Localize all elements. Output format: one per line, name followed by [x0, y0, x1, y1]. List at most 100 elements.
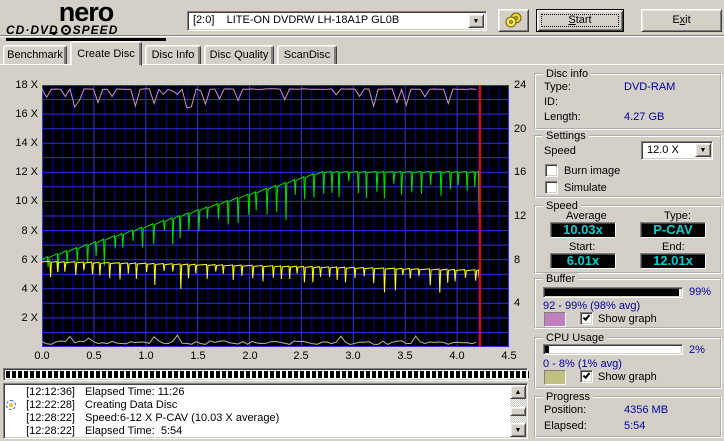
- y2-axis-tick: 4: [514, 297, 521, 309]
- log-row: [12:22:28] Creating Data Disc: [6, 399, 509, 412]
- y-axis-tick: 8 X: [21, 225, 38, 237]
- buffer-show-graph-label: Show graph: [598, 313, 657, 325]
- chevron-down-icon: ▼: [699, 147, 707, 154]
- cpu-show-graph-checkbox[interactable]: [580, 370, 593, 383]
- start-button[interactable]: Start: [536, 9, 624, 32]
- buffer-title: Buffer: [543, 273, 579, 285]
- x-axis-tick: 1.0: [138, 350, 154, 362]
- speed-select[interactable]: 12.0 X ▼: [641, 141, 713, 160]
- header-divider: [0, 35, 724, 37]
- burn-image-checkbox[interactable]: [545, 164, 558, 177]
- nero-brand-text: nero: [58, 0, 115, 27]
- simulate-label: Simulate: [564, 182, 607, 194]
- start-label: Start:: [569, 241, 596, 253]
- cpu-usage-title: CPU Usage: [543, 332, 608, 344]
- buffer-bar: [543, 287, 683, 298]
- disc-type-label: Type:: [544, 81, 571, 93]
- y-axis-tick: 6 X: [21, 254, 38, 266]
- scrollbar-thumb[interactable]: [510, 407, 526, 416]
- y-axis-tick: 16 X: [15, 108, 38, 120]
- y-axis-tick: 10 X: [15, 195, 38, 207]
- buffer-bar-fill: [545, 289, 679, 296]
- log-scrollbar[interactable]: ▲ ▼: [510, 385, 526, 437]
- eject-disc-button[interactable]: [498, 9, 529, 32]
- tab-scandisc[interactable]: ScanDisc: [277, 45, 337, 65]
- y2-axis-tick: 12: [514, 210, 527, 222]
- buffer-color-swatch: [544, 312, 566, 327]
- settings-group: Settings Speed 12.0 X ▼ Burn image Simul…: [534, 130, 722, 198]
- speed-type-display: P-CAV: [640, 222, 706, 238]
- disc-length-value: 4.27 GB: [624, 111, 665, 123]
- arrow-down-icon: ▼: [514, 427, 522, 434]
- y-axis-tick: 2 X: [21, 312, 38, 324]
- y-axis-tick: 18 X: [15, 79, 38, 91]
- tab-benchmark[interactable]: Benchmark: [3, 45, 67, 65]
- write-speed-chart: [41, 85, 509, 347]
- disc-length-label: Length:: [544, 111, 581, 123]
- disc-icon: [60, 25, 71, 35]
- scroll-down-button[interactable]: ▼: [510, 423, 526, 437]
- chart-canvas: [41, 85, 509, 347]
- x-axis-tick: 4.5: [501, 350, 517, 362]
- disc-info-title: Disc info: [543, 68, 592, 80]
- cpu-bar: [543, 344, 683, 355]
- y2-axis-tick: 20: [514, 123, 527, 135]
- chevron-down-icon: ▼: [472, 18, 480, 25]
- tab-disc-quality[interactable]: Disc Quality: [204, 45, 274, 65]
- write-progress-fill: [6, 371, 529, 378]
- elapsed-label: Elapsed:: [544, 420, 587, 432]
- drive-selector[interactable]: [2:0] LITE-ON DVDRW LH-18A1P GL0B ▼: [187, 11, 487, 31]
- speed-select-value: 12.0 X: [647, 144, 679, 156]
- x-axis-tick: 4.0: [449, 350, 465, 362]
- start-button-focus: [541, 14, 619, 27]
- disc-type-value: DVD-RAM: [624, 81, 676, 93]
- header-bar: nero CD·DVD SPEED [2:0] LITE-ON DVDRW LH…: [0, 0, 724, 41]
- buffer-group: Buffer 99% 92 - 99% (98% avg) Show graph: [534, 273, 722, 329]
- check-icon: [582, 371, 591, 379]
- arrow-up-icon: ▲: [514, 389, 522, 396]
- y-axis-tick: 12 X: [15, 166, 38, 178]
- buffer-percent: 99%: [689, 286, 712, 298]
- average-speed-display: 10.03x: [550, 222, 616, 238]
- progress-group: Progress Position: 4356 MB Elapsed: 5:54: [534, 391, 722, 438]
- check-icon: [582, 313, 591, 321]
- speed-group: Speed Average Type: 10.03x P-CAV Start: …: [534, 200, 722, 274]
- end-label: End:: [662, 241, 685, 253]
- buffer-show-graph-checkbox[interactable]: [580, 312, 593, 325]
- simulate-checkbox[interactable]: [545, 181, 558, 194]
- status-log-list[interactable]: [12:12:36] Elapsed Time: 11:26 [12:22:28…: [3, 383, 528, 439]
- x-axis-tick: 3.0: [345, 350, 361, 362]
- log-row: [12:12:36] Elapsed Time: 11:26: [26, 386, 185, 398]
- x-axis-tick: 3.5: [397, 350, 413, 362]
- speed-select-dropdown-button[interactable]: ▼: [695, 143, 711, 157]
- cpu-bar-fill: [545, 346, 550, 353]
- y2-axis-tick: 8: [514, 254, 521, 266]
- cpu-percent: 2%: [689, 344, 705, 356]
- cpu-range: 0 - 8% (1% avg): [543, 358, 622, 370]
- position-label: Position:: [544, 404, 587, 416]
- type-label: Type:: [664, 210, 691, 222]
- burn-discs-icon: [505, 12, 521, 28]
- y2-axis-tick: 24: [514, 79, 527, 91]
- progress-title: Progress: [543, 391, 594, 403]
- x-axis-tick: 1.5: [190, 350, 206, 362]
- position-value: 4356 MB: [624, 404, 669, 416]
- tab-disc-info[interactable]: Disc Info: [145, 45, 201, 65]
- write-progress-bar: [3, 368, 529, 381]
- cpu-color-swatch: [544, 370, 566, 385]
- buffer-range: 92 - 99% (98% avg): [543, 300, 641, 312]
- tab-create-disc[interactable]: Create Disc: [70, 41, 142, 66]
- x-axis-tick: 0.0: [34, 350, 50, 362]
- y2-axis-tick: 16: [514, 166, 527, 178]
- cpu-usage-group: CPU Usage 2% 0 - 8% (1% avg) Show graph: [534, 332, 722, 389]
- disc-info-group: Disc info Type: DVD-RAM ID: Length: 4.27…: [534, 68, 722, 130]
- x-axis-tick: 2.0: [242, 350, 258, 362]
- scroll-up-button[interactable]: ▲: [510, 385, 526, 399]
- exit-button[interactable]: Exit: [641, 9, 722, 32]
- drive-selector-dropdown-button[interactable]: ▼: [468, 14, 484, 28]
- burn-image-label: Burn image: [564, 165, 621, 177]
- cpu-show-graph-label: Show graph: [598, 371, 657, 383]
- disc-id-label: ID:: [544, 96, 559, 108]
- y-axis-tick: 14 X: [15, 137, 38, 149]
- elapsed-value: 5:54: [624, 420, 646, 432]
